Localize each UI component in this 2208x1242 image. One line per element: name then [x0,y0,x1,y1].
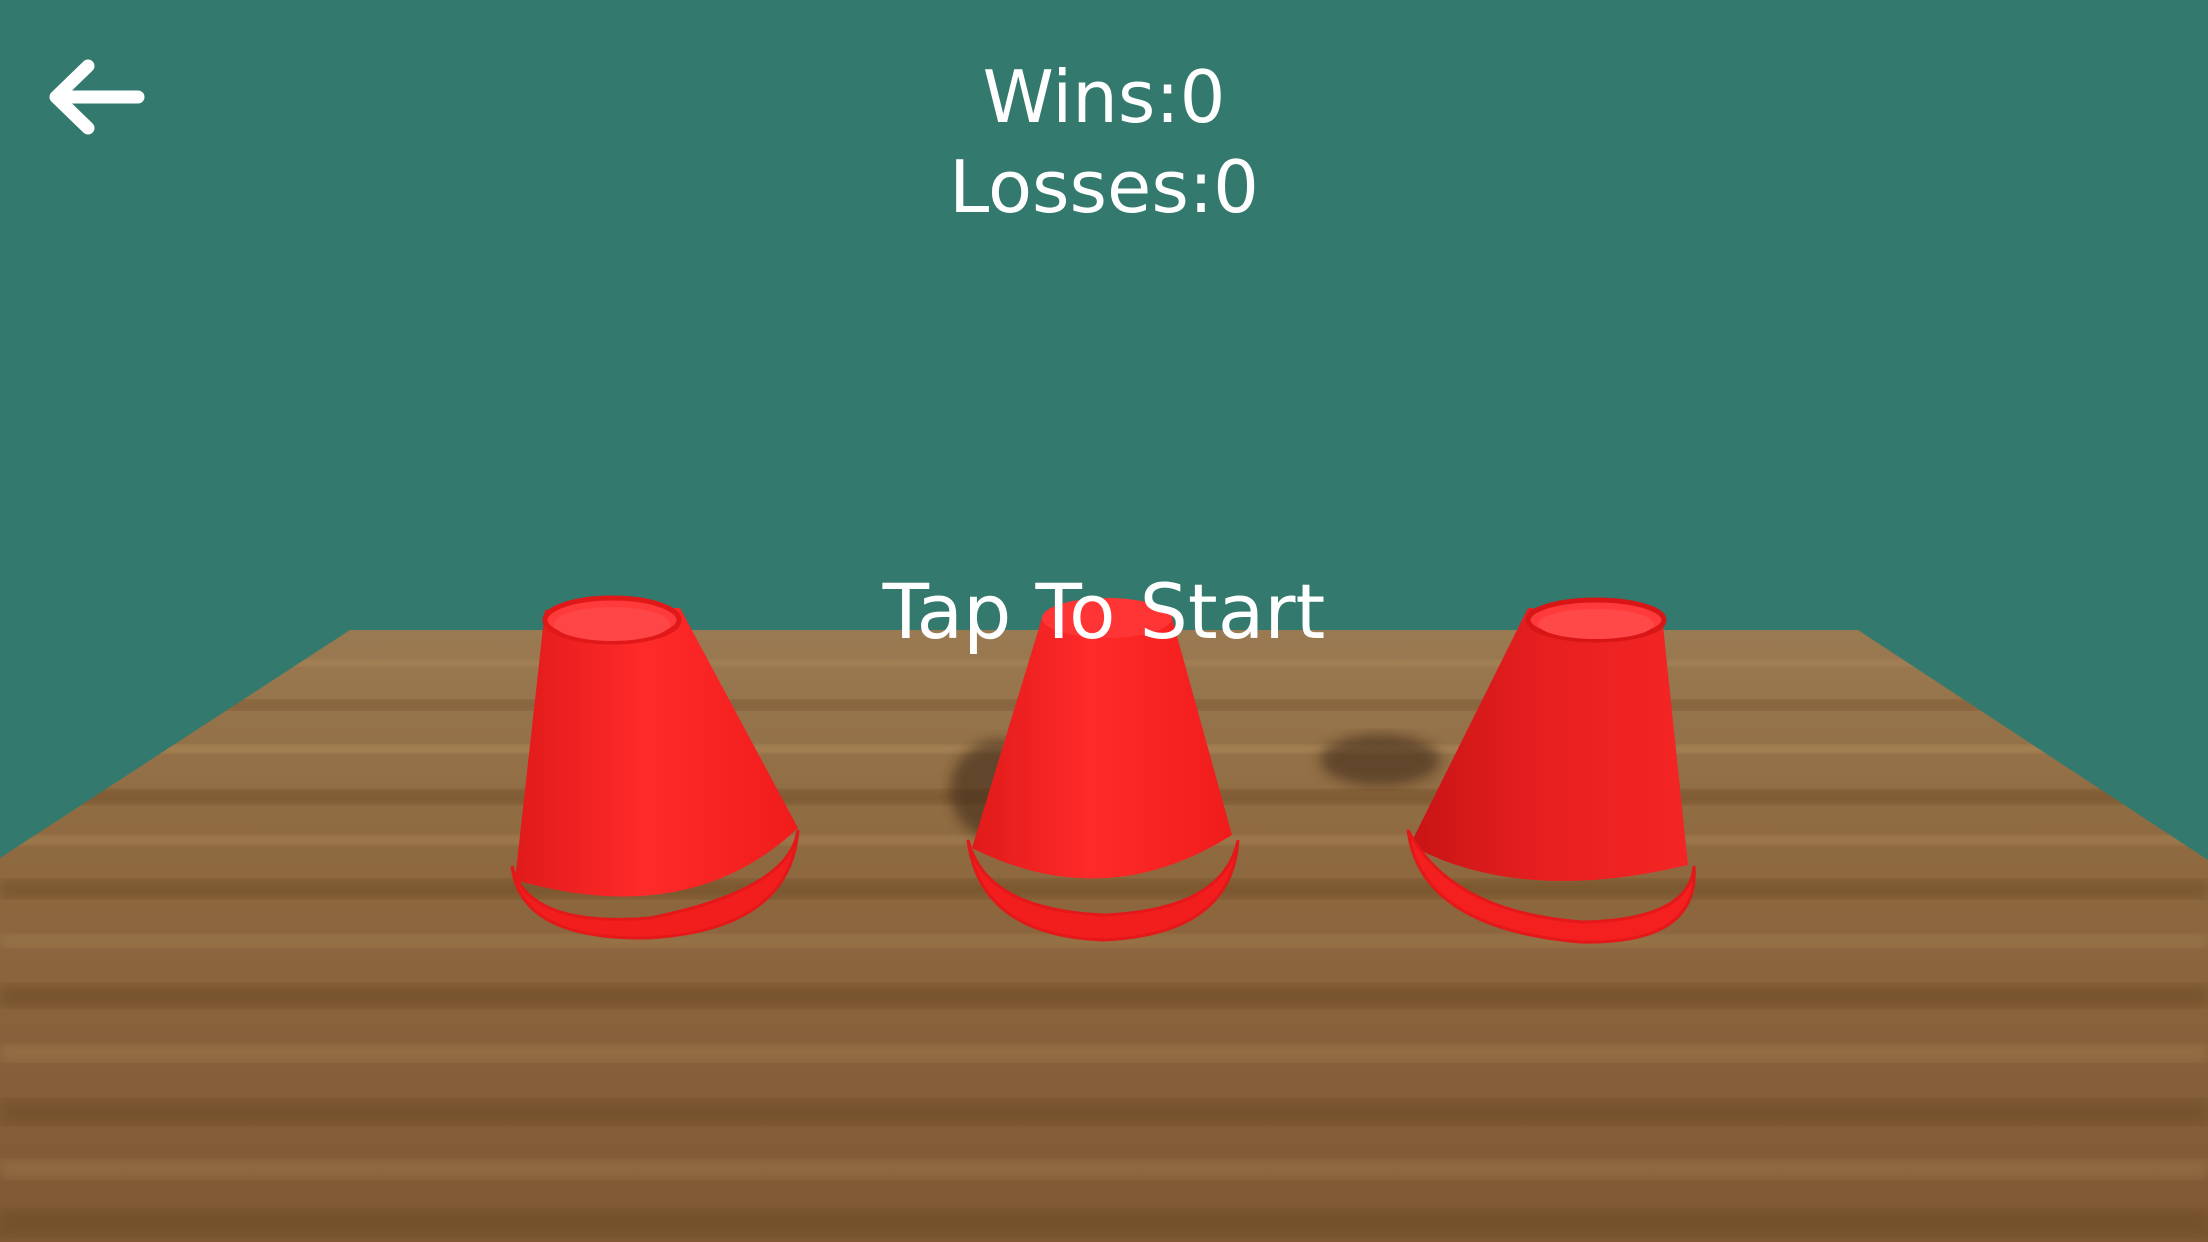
losses-counter: Losses:0 [949,145,1259,229]
game-scene[interactable]: Wins:0 Losses:0 Tap To Start [0,0,2208,1242]
wins-counter: Wins:0 [982,55,1226,139]
tap-to-start-prompt[interactable]: Tap To Start [0,566,2208,658]
